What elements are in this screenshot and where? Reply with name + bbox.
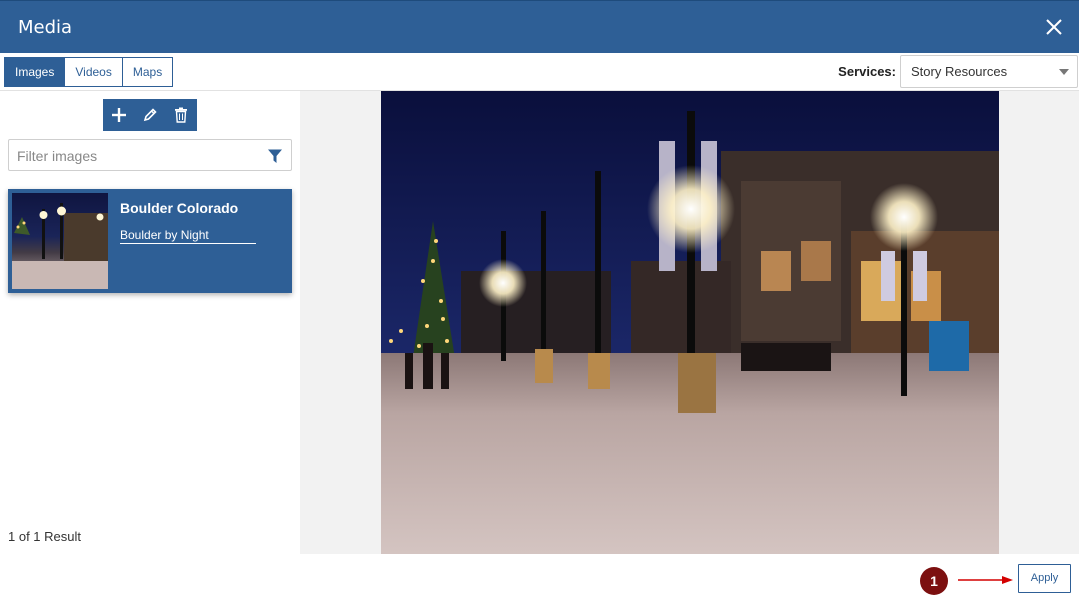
dropdown-caret-icon [1059,69,1069,75]
dialog-title: Media [18,17,73,38]
media-thumbnail [12,193,108,289]
preview-image [381,91,999,554]
media-item-subtitle: Boulder by Night [120,228,256,244]
edit-media-button[interactable] [134,99,165,131]
close-icon[interactable] [1044,17,1064,37]
apply-button[interactable]: Apply [1018,564,1071,593]
media-action-bar [103,99,197,131]
services-label: Services: [838,64,896,79]
media-type-tabs: Images Videos Maps [4,57,174,87]
result-count: 1 of 1 Result [8,529,81,544]
tab-images[interactable]: Images [4,57,66,87]
trash-icon [175,107,188,123]
media-item-card[interactable]: Boulder Colorado Boulder by Night [8,189,292,293]
delete-media-button[interactable] [166,99,197,131]
media-list-panel: Boulder Colorado Boulder by Night 1 of 1… [0,91,300,554]
filter-images-field [8,139,292,171]
services-dropdown[interactable]: Story Resources [900,55,1078,88]
step-marker: 1 [920,567,948,595]
filter-images-input[interactable] [17,146,257,166]
dialog-header: Media [0,0,1079,53]
image-preview-area [300,91,1079,554]
tab-maps[interactable]: Maps [121,57,174,87]
arrow-right-icon [958,576,1013,584]
tab-videos[interactable]: Videos [64,57,123,87]
pencil-icon [143,108,157,122]
add-media-button[interactable] [103,99,134,131]
plus-icon [111,108,126,122]
media-item-title: Boulder Colorado [120,200,239,216]
filter-icon[interactable] [267,148,283,164]
dialog-footer [0,554,1079,607]
services-selected-value: Story Resources [911,64,1008,79]
